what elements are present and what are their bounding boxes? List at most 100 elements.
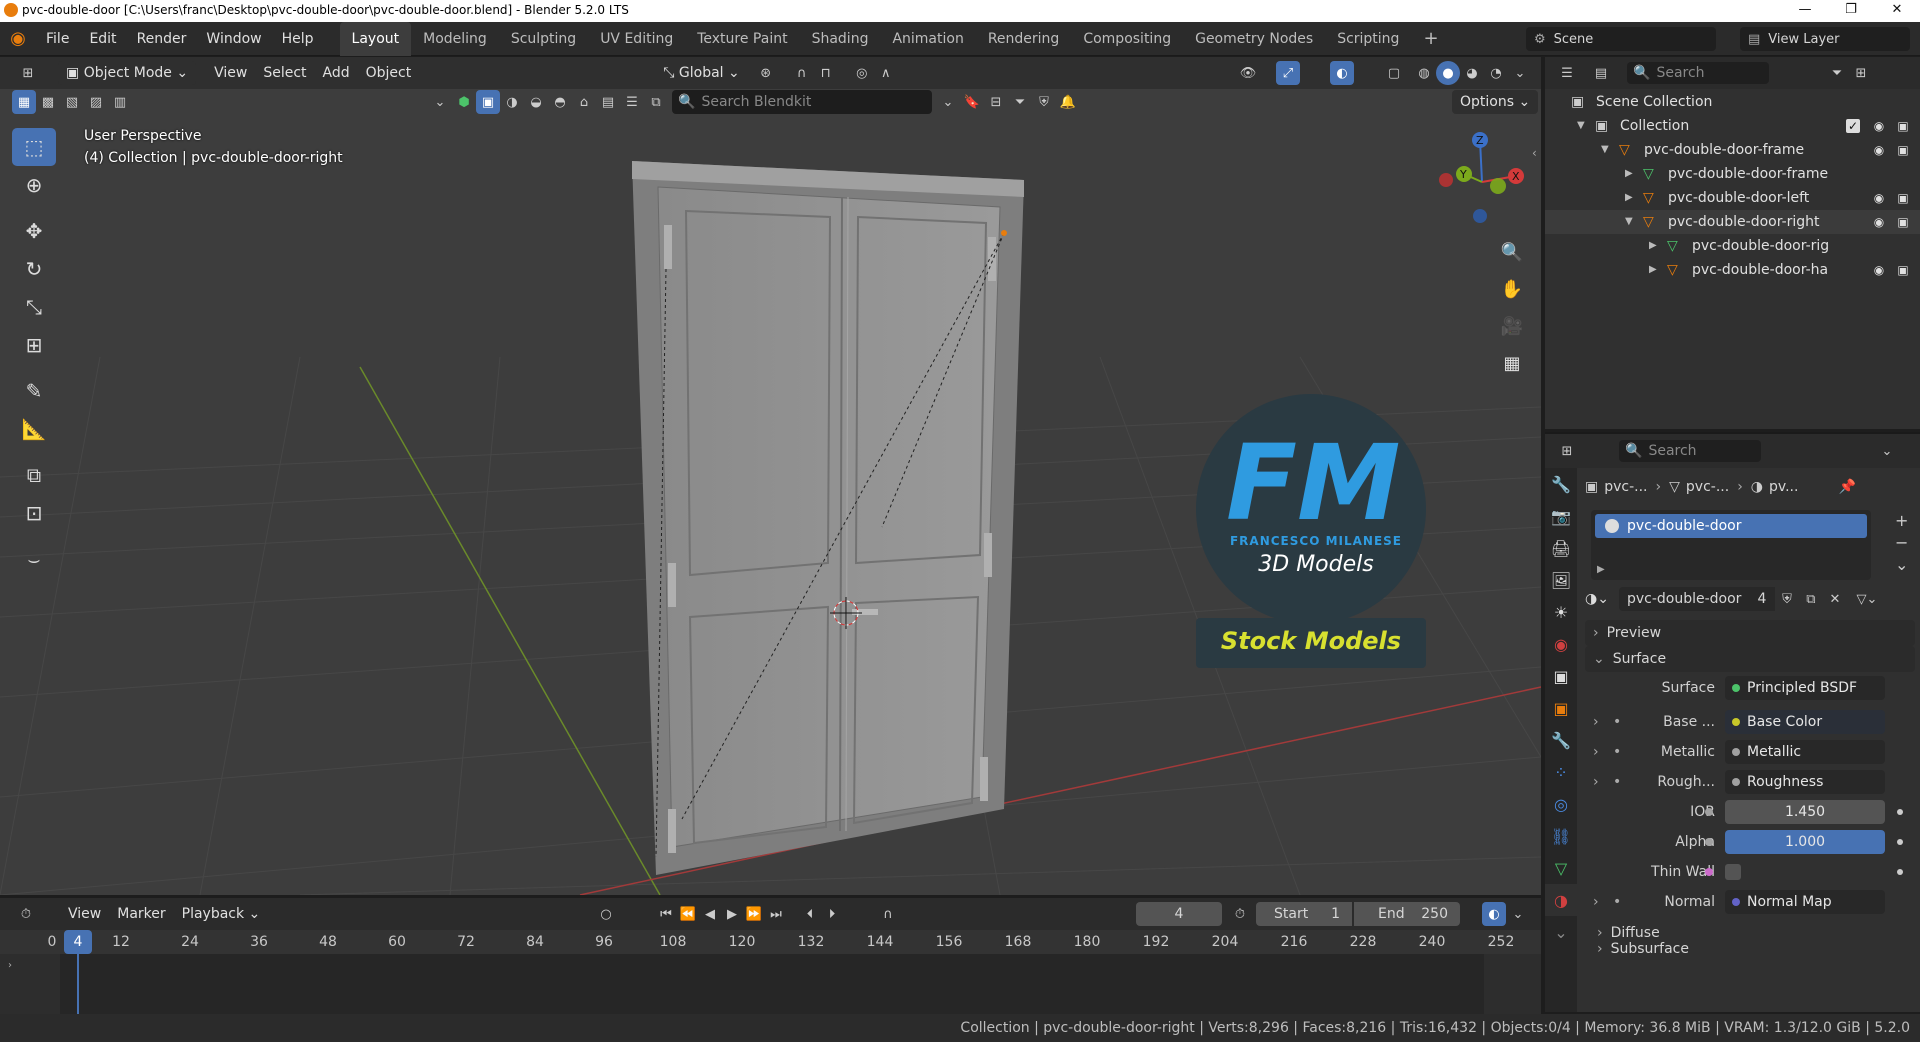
remove-slot-icon[interactable]: − xyxy=(1895,532,1908,554)
asset-material-icon[interactable]: ◑ xyxy=(500,90,524,114)
tab-layout[interactable]: Layout xyxy=(339,21,412,56)
prop-roughness-field[interactable]: Roughness xyxy=(1725,770,1885,794)
chevron-down-icon[interactable]: ⌄ xyxy=(1545,916,1577,948)
move-tool-icon[interactable]: ✥ xyxy=(12,212,56,250)
menu-view[interactable]: View xyxy=(206,61,255,85)
chevron-right-icon[interactable]: ▶ xyxy=(1597,564,1605,575)
material-tab-icon[interactable]: ◑ xyxy=(1545,884,1577,916)
current-frame-field[interactable]: 4 xyxy=(1136,902,1222,926)
timeline-menu-view[interactable]: View xyxy=(60,902,109,926)
filter-icon[interactable]: ⏷ xyxy=(1825,61,1849,85)
select-extend-icon[interactable]: ▩ xyxy=(36,90,60,114)
blendkit-logo-icon[interactable]: ⬢ xyxy=(452,90,476,114)
chevron-down-icon[interactable]: ⌄ xyxy=(428,90,452,114)
collection-tab-icon[interactable]: ▣ xyxy=(1545,660,1577,692)
blender-menu-icon[interactable]: ◉ xyxy=(0,28,36,49)
world-tab-icon[interactable]: ◉ xyxy=(1545,628,1577,660)
tab-sculpting[interactable]: Sculpting xyxy=(499,22,588,56)
view-layer-selector[interactable]: ▤ View Layer xyxy=(1740,27,1910,51)
sidebar-toggle-icon[interactable]: ‹ xyxy=(1532,146,1537,160)
timeline-menu-marker[interactable]: Marker xyxy=(109,902,173,926)
material-shading-icon[interactable]: ◕ xyxy=(1460,61,1484,85)
view-layer-tab-icon[interactable]: 🖼 xyxy=(1545,564,1577,596)
camera-icon[interactable]: ▣ xyxy=(1896,119,1910,133)
tool-tab-icon[interactable]: 🔧 xyxy=(1545,468,1577,500)
transform-tool-icon[interactable]: ⊞ xyxy=(12,326,56,364)
asset-brush-icon[interactable]: ▤ xyxy=(596,90,620,114)
outliner-search-input[interactable]: 🔍 Search xyxy=(1627,62,1769,84)
add-slot-icon[interactable]: + xyxy=(1895,510,1908,532)
xray-icon[interactable]: ▢ xyxy=(1382,61,1406,85)
door-model[interactable] xyxy=(632,161,1024,875)
keyframe-dot-icon[interactable] xyxy=(1897,809,1903,815)
panel-preview[interactable]: › Preview xyxy=(1585,620,1915,646)
select-new-icon[interactable]: ▦ xyxy=(12,90,36,114)
chevron-right-icon[interactable]: › xyxy=(1593,714,1599,730)
tab-texture-paint[interactable]: Texture Paint xyxy=(685,22,799,56)
select-intersect-icon[interactable]: ▥ xyxy=(108,90,132,114)
gizmo-toggle-icon[interactable]: ⤢ xyxy=(1276,61,1300,85)
rendered-shading-icon[interactable]: ◔ xyxy=(1484,61,1508,85)
jump-start-icon[interactable]: ⏮ xyxy=(654,902,678,926)
asset-node-icon[interactable]: ⧉ xyxy=(644,90,668,114)
camera-icon[interactable]: ▣ xyxy=(1896,191,1910,205)
filter-icon[interactable]: ⏷ xyxy=(1008,90,1032,114)
menu-render[interactable]: Render xyxy=(127,22,197,56)
editor-type-icon[interactable]: ⊞ xyxy=(16,61,40,85)
chevron-right-icon[interactable]: › xyxy=(1593,744,1599,760)
playhead-frame-label[interactable]: 4 xyxy=(64,930,92,954)
output-tab-icon[interactable]: 🖨 xyxy=(1545,532,1577,564)
prev-frame-icon[interactable]: ⏴ xyxy=(798,902,822,926)
asset-scene-icon[interactable]: ⌂ xyxy=(572,90,596,114)
menu-edit[interactable]: Edit xyxy=(79,22,126,56)
menu-select[interactable]: Select xyxy=(255,61,314,85)
tab-geometry-nodes[interactable]: Geometry Nodes xyxy=(1183,22,1325,56)
tree-item-door-rig[interactable]: ▶ ▽ pvc-double-door-rig xyxy=(1545,234,1920,258)
physics-tab-icon[interactable]: ◎ xyxy=(1545,788,1577,820)
chevron-right-icon[interactable]: ▶ xyxy=(1649,234,1657,258)
breadcrumb-item[interactable]: pvc-... xyxy=(1604,479,1647,495)
chevron-right-icon[interactable]: › xyxy=(1593,774,1599,790)
object-mode-dropdown[interactable]: ▣ Object Mode ⌄ xyxy=(58,61,197,85)
new-collection-icon[interactable]: ⊞ xyxy=(1849,61,1873,85)
link-icon[interactable]: ▽⌄ xyxy=(1855,587,1879,611)
camera-view-icon[interactable]: 🎥 xyxy=(1496,310,1528,342)
tree-collection[interactable]: ▼ ▣ Collection ✓ ◉ ▣ xyxy=(1545,114,1920,138)
duplicate-material-icon[interactable]: ⧉ xyxy=(1799,587,1823,611)
properties-search-input[interactable]: 🔍 Search xyxy=(1619,440,1761,462)
modifier-tab-icon[interactable]: 🔧 xyxy=(1545,724,1577,756)
options-dropdown[interactable]: Options ⌄ xyxy=(1452,90,1539,114)
orthographic-grid-icon[interactable]: ▦ xyxy=(1496,347,1528,379)
eye-icon[interactable]: ◉ xyxy=(1872,119,1886,133)
material-name-field[interactable]: pvc-double-door xyxy=(1618,587,1749,611)
bookmark-icon[interactable]: 🔖 xyxy=(960,90,984,114)
menu-window[interactable]: Window xyxy=(196,22,271,56)
pin-icon[interactable]: 📌 xyxy=(1838,479,1855,495)
cursor-tool-icon[interactable]: ⊕ xyxy=(12,166,56,204)
measure-tool-icon[interactable]: 📐 xyxy=(12,410,56,448)
extrude-tool-icon[interactable]: ⊡ xyxy=(12,494,56,532)
panel-surface[interactable]: ⌄ Surface xyxy=(1585,646,1915,672)
blendkit-search-input[interactable]: 🔍 Search Blendkit xyxy=(672,90,932,114)
tab-animation[interactable]: Animation xyxy=(880,22,975,56)
data-tab-icon[interactable]: ▽ xyxy=(1545,852,1577,884)
select-invert-icon[interactable]: ▨ xyxy=(84,90,108,114)
camera-icon[interactable]: ▣ xyxy=(1896,143,1910,157)
constraints-tab-icon[interactable]: ⛓ xyxy=(1545,820,1577,852)
add-workspace-icon[interactable]: + xyxy=(1411,22,1450,56)
prop-base-color-field[interactable]: Base Color xyxy=(1725,710,1885,734)
annotate-tool-icon[interactable]: ✎ xyxy=(12,372,56,410)
asset-hdr-icon[interactable]: ◓ xyxy=(548,90,572,114)
start-frame-field[interactable]: Start 1 xyxy=(1256,902,1352,926)
snap-target-icon[interactable]: ⊓ xyxy=(814,61,838,85)
next-frame-icon[interactable]: ⏵ xyxy=(820,902,844,926)
asset-addon-icon[interactable]: ☰ xyxy=(620,90,644,114)
material-browse-icon[interactable]: ◑⌄ xyxy=(1585,591,1609,607)
material-slot-item[interactable]: pvc-double-door xyxy=(1595,514,1867,538)
eye-icon[interactable]: ◉ xyxy=(1872,143,1886,157)
chevron-right-icon[interactable]: ▶ xyxy=(1625,186,1633,210)
chevron-down-icon[interactable]: ▼ xyxy=(1625,210,1633,234)
menu-help[interactable]: Help xyxy=(272,22,324,56)
timeline-ruler[interactable]: 0 12 24 36 48 60 72 84 96 108 120 132 14… xyxy=(0,930,1541,954)
pan-hand-icon[interactable]: ✋ xyxy=(1496,273,1528,305)
